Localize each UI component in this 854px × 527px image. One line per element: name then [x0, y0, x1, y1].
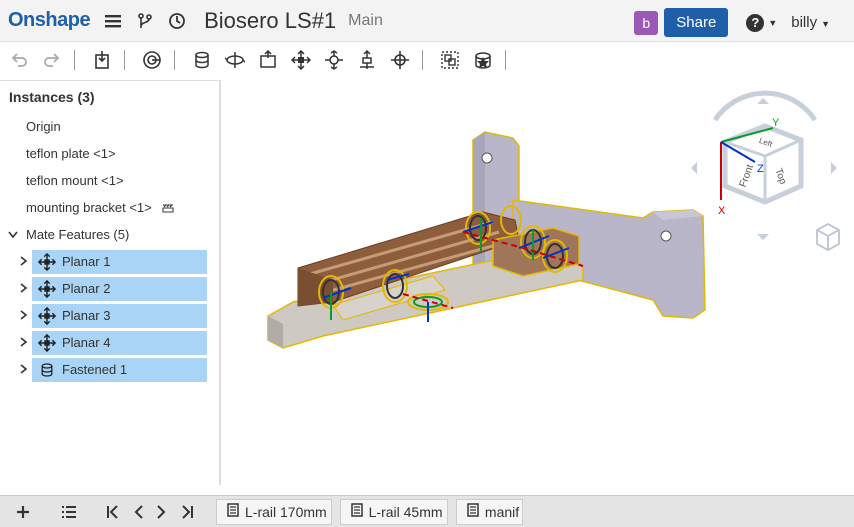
mate-item[interactable]: Planar 4 [32, 330, 207, 355]
tab-bar: L-rail 170mm L-rail 45mm manif [0, 495, 854, 527]
history-icon[interactable] [168, 12, 186, 30]
mate-label: Planar 2 [62, 281, 111, 296]
mate-item[interactable]: Planar 2 [32, 276, 207, 301]
user-name: billy [791, 14, 818, 31]
chevron-right-icon[interactable] [16, 255, 32, 269]
mate-features-label: Mate Features (5) [26, 227, 130, 242]
planar-mate-icon[interactable] [287, 46, 315, 74]
next-tab-icon[interactable] [150, 504, 172, 519]
insert-icon[interactable] [88, 46, 116, 74]
assembly-toolbar [0, 42, 854, 78]
mate-row-planar-2[interactable]: Planar 2 [0, 275, 219, 302]
revolute-mate-icon[interactable] [221, 46, 249, 74]
user-menu[interactable]: billy ▼ [791, 14, 830, 31]
redo-icon[interactable] [38, 46, 66, 74]
mate-label: Fastened 1 [62, 362, 128, 377]
replicate-icon[interactable] [469, 46, 497, 74]
tab-list: L-rail 170mm L-rail 45mm manif [216, 498, 531, 525]
avatar[interactable]: b [634, 10, 659, 35]
toolbar-divider [505, 50, 506, 70]
share-button[interactable]: Share [664, 8, 729, 37]
planar-mate-icon [36, 252, 58, 271]
mate-connector-icon[interactable] [138, 46, 166, 74]
toolbar-divider [124, 50, 125, 70]
chevron-right-icon[interactable] [16, 309, 32, 323]
axis-x-label: X [718, 205, 726, 217]
instance-list-panel: Instances (3) Origin teflon plate <1> te… [0, 80, 221, 485]
part-studio-icon [350, 503, 363, 520]
mate-features-header[interactable]: Mate Features (5) [0, 221, 219, 248]
cylindrical-mate-icon[interactable] [353, 46, 381, 74]
help-icon: ? [746, 13, 765, 32]
help-menu[interactable]: ? ▼ [746, 13, 778, 32]
branch-icon[interactable] [136, 12, 154, 30]
axis-y-label: Y [772, 117, 780, 129]
tab-list-icon[interactable] [54, 505, 84, 519]
mate-item[interactable]: Fastened 1 [32, 357, 207, 382]
last-tab-icon[interactable] [172, 504, 202, 519]
mate-item[interactable]: Planar 3 [32, 303, 207, 328]
add-tab-icon[interactable] [8, 505, 38, 519]
instance-label: teflon mount <1> [26, 173, 124, 188]
previous-tab-icon[interactable] [128, 504, 150, 519]
mate-row-planar-1[interactable]: Planar 1 [0, 248, 219, 275]
onshape-logo[interactable]: Onshape [8, 9, 91, 32]
planar-mate-icon [36, 279, 58, 298]
fixed-icon [162, 203, 174, 213]
instance-label: mounting bracket <1> [26, 200, 152, 215]
tab-label: L-rail 45mm [368, 503, 443, 520]
mate-row-planar-3[interactable]: Planar 3 [0, 302, 219, 329]
toolbar-divider [74, 50, 75, 70]
instance-origin[interactable]: Origin [0, 113, 219, 140]
view-options-icon[interactable] [815, 222, 841, 257]
mate-label: Planar 4 [62, 335, 111, 350]
planar-mate-icon [36, 306, 58, 325]
first-tab-icon[interactable] [98, 504, 128, 519]
fastened-mate-icon[interactable] [188, 46, 216, 74]
tab-l-rail-45mm[interactable]: L-rail 45mm [339, 498, 448, 525]
chevron-right-icon[interactable] [16, 363, 32, 377]
menu-icon[interactable] [104, 13, 122, 29]
chevron-right-icon[interactable] [16, 282, 32, 296]
chevron-down-icon: ▼ [821, 19, 830, 29]
tab-label: L-rail 170mm [245, 503, 327, 520]
instance-teflon-plate[interactable]: teflon plate <1> [0, 140, 219, 167]
instance-label: Origin [26, 119, 61, 134]
part-studio-icon [227, 503, 239, 520]
mate-row-fastened-1[interactable]: Fastened 1 [0, 356, 219, 383]
workspace-name[interactable]: Main [348, 12, 383, 30]
header-actions: b Share ? ▼ billy ▼ [634, 8, 830, 37]
pin-slot-mate-icon[interactable] [386, 46, 414, 74]
part-studio-icon [467, 503, 479, 520]
axis-z-label: Z [757, 163, 764, 175]
mate-item[interactable]: Planar 1 [32, 249, 207, 274]
group-icon[interactable] [436, 46, 464, 74]
graphics-viewport[interactable]: X Y Z Front Top Left [223, 80, 854, 495]
undo-icon[interactable] [5, 46, 33, 74]
toolbar-divider [174, 50, 175, 70]
slider-mate-icon[interactable] [254, 46, 282, 74]
mate-row-planar-4[interactable]: Planar 4 [0, 329, 219, 356]
top-bar: Onshape Biosero LS#1 Main b Share ? ▼ bi… [0, 0, 854, 42]
instance-mounting-bracket[interactable]: mounting bracket <1> [0, 194, 219, 221]
toolbar-divider [422, 50, 423, 70]
mate-label: Planar 1 [62, 254, 111, 269]
planar-mate-icon [36, 333, 58, 352]
document-title[interactable]: Biosero LS#1 [204, 8, 336, 34]
fastened-mate-icon [36, 362, 58, 378]
chevron-right-icon[interactable] [16, 336, 32, 350]
tab-l-rail-170mm[interactable]: L-rail 170mm [216, 498, 332, 525]
chevron-down-icon [8, 231, 20, 239]
tab-manifold[interactable]: manif [455, 498, 523, 525]
mate-label: Planar 3 [62, 308, 111, 323]
instances-heading: Instances (3) [9, 89, 95, 105]
tab-label: manif [484, 503, 520, 520]
instance-label: teflon plate <1> [26, 146, 116, 161]
chevron-down-icon: ▼ [768, 17, 778, 28]
ball-mate-icon[interactable] [320, 46, 348, 74]
instance-teflon-mount[interactable]: teflon mount <1> [0, 167, 219, 194]
